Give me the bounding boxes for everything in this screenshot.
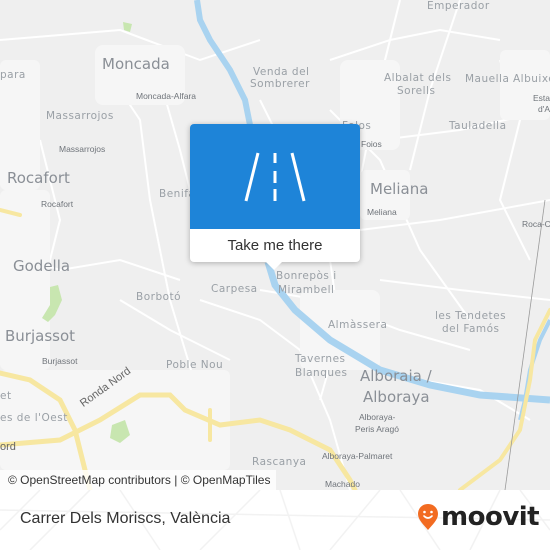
map-label-mauella: Mauella <box>465 73 510 85</box>
popup-hero <box>190 124 360 229</box>
map-label-tauladella: Tauladella <box>449 120 507 132</box>
map-label-alfara-partial: para <box>0 69 26 81</box>
destination-popup[interactable]: Take me there <box>190 124 360 270</box>
osm-attribution-link[interactable]: © OpenStreetMap contributors <box>8 473 171 487</box>
popup-pointer <box>266 262 282 270</box>
map-label-del-famos: del Famós <box>442 323 500 335</box>
map-label-massarrojos: Massarrojos <box>46 110 114 122</box>
map-label-tavernes: Tavernes <box>295 353 346 365</box>
map-label-oest-partial: es de l'Oest <box>0 412 68 424</box>
map-label-albalat-dels: Albalat dels <box>384 72 452 84</box>
map-label-et-partial: et <box>0 390 12 402</box>
map-attribution: © OpenStreetMap contributors | © OpenMap… <box>0 470 277 490</box>
map-stop-burjassot: Burjassot <box>42 356 78 366</box>
moovit-logo[interactable]: moovit <box>417 502 540 532</box>
map-label-blanques: Blanques <box>295 367 348 379</box>
openmaptiles-attribution-link[interactable]: © OpenMapTiles <box>181 473 271 487</box>
map-label-burjassot: Burjassot <box>5 327 76 345</box>
map-stop-alboraya: Alboraya- <box>359 412 396 422</box>
map-label-borboto: Borbotó <box>136 291 182 303</box>
map-label-carpesa: Carpesa <box>211 283 258 295</box>
map-label-venda-del: Venda del <box>253 66 310 78</box>
map-label-emperador: Emperador <box>427 0 490 12</box>
map-label-rocafort: Rocafort <box>7 169 70 187</box>
map-label-sombrerer: Sombrerer <box>250 78 310 90</box>
map-stop-massarrojos: Massarrojos <box>59 144 106 154</box>
map-label-moncada: Moncada <box>102 55 170 73</box>
map-stop-peris-arago: Peris Aragó <box>355 424 399 434</box>
map-stop-rocafort: Rocafort <box>41 199 74 209</box>
map-label-bonrepos: Bonrepòs i <box>276 270 337 282</box>
map-stop-machado: Machado <box>325 479 360 489</box>
map-label-meliana: Meliana <box>370 180 429 198</box>
map-stop-moncada-alfara: Moncada-Alfara <box>136 91 197 101</box>
map-label-albuixech: Albuixe <box>513 73 550 85</box>
moovit-wordmark: moovit <box>441 502 540 532</box>
map-stop-alboraya-palmaret: Alboraya-Palmaret <box>322 451 393 461</box>
take-me-there-button[interactable]: Take me there <box>190 229 360 262</box>
moovit-pin-icon <box>418 504 438 530</box>
map-stop-roca-cuper: Roca-C <box>522 219 550 229</box>
map-road-ronda-nord-partial: ord <box>0 441 16 453</box>
footer-bar: Carrer Dels Moriscs, València moovit <box>0 490 550 550</box>
map-label-rascanya: Rascanya <box>252 456 307 468</box>
map-label-poble-nou: Poble Nou <box>166 359 224 371</box>
road-icon <box>244 152 306 201</box>
map-label-sorells: Sorells <box>397 85 436 97</box>
attribution-separator: | <box>170 473 181 487</box>
map-stop-dalbuixech: d'A <box>538 104 550 114</box>
map-stop-estacio: Esta <box>533 93 550 103</box>
map-label-almassera: Almàssera <box>328 319 388 331</box>
map-stop-foios: Foios <box>361 139 382 149</box>
map-label-alboraya: Alboraya <box>363 388 430 406</box>
map-label-les-tendetes: les Tendetes <box>435 310 507 322</box>
map-view[interactable]: Moncada Rocafort Godella Burjassot Melia… <box>0 0 550 490</box>
map-label-alboraia: Alboraia / <box>360 367 432 385</box>
map-label-mirambell: Mirambell <box>278 284 335 296</box>
location-title: Carrer Dels Moriscs, València <box>20 510 231 527</box>
map-stop-meliana: Meliana <box>367 207 397 217</box>
map-label-godella: Godella <box>13 257 71 275</box>
